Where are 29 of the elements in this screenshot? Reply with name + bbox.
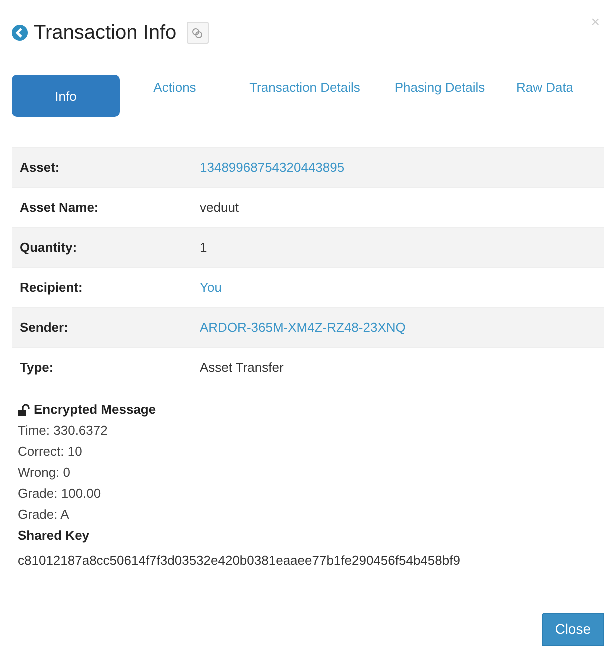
shared-key-title: Shared Key <box>18 527 91 545</box>
unlock-icon <box>18 404 30 416</box>
field-link[interactable]: ARDOR-365M-XM4Z-RZ48-23XNQ <box>200 320 604 335</box>
field-label: Asset Name: <box>20 200 100 215</box>
shared-key: c81012187a8cc50614f7f3d03532e420b0381eaaee77b1fe290456f54b458bf9 <box>18 550 586 571</box>
copy-icon[interactable] <box>186 22 209 44</box>
field-label: Asset: <box>20 160 61 175</box>
message-line: Grade: A <box>18 506 70 524</box>
tab[interactable]: Info <box>12 75 120 117</box>
message-line: Grade: 100.00 <box>18 485 102 503</box>
field-value: veduut <box>200 200 240 215</box>
tab[interactable]: Phasing Details <box>380 75 500 100</box>
field-value: 1 <box>200 240 208 255</box>
message-line: Time: 330.6372 <box>18 422 109 440</box>
tab[interactable]: Raw Data <box>500 75 590 100</box>
field-link[interactable]: 13489968754320443895 <box>200 160 604 175</box>
close-button[interactable]: Close <box>542 613 604 646</box>
field-label: Recipient: <box>20 280 84 295</box>
message-line: Wrong: 0 <box>18 464 72 482</box>
field-value: Asset Transfer <box>200 360 285 375</box>
tab[interactable]: Transaction Details <box>230 75 380 100</box>
field-label: Quantity: <box>20 240 78 255</box>
field-label: Type: <box>20 360 55 375</box>
field-label: Sender: <box>20 320 70 335</box>
field-link[interactable]: You <box>200 280 604 295</box>
message-line: Correct: 10 <box>18 443 84 461</box>
tab[interactable]: Actions <box>120 75 230 100</box>
message-title: Encrypted Message <box>34 401 156 419</box>
dialog-title: Transaction Info <box>34 22 177 44</box>
